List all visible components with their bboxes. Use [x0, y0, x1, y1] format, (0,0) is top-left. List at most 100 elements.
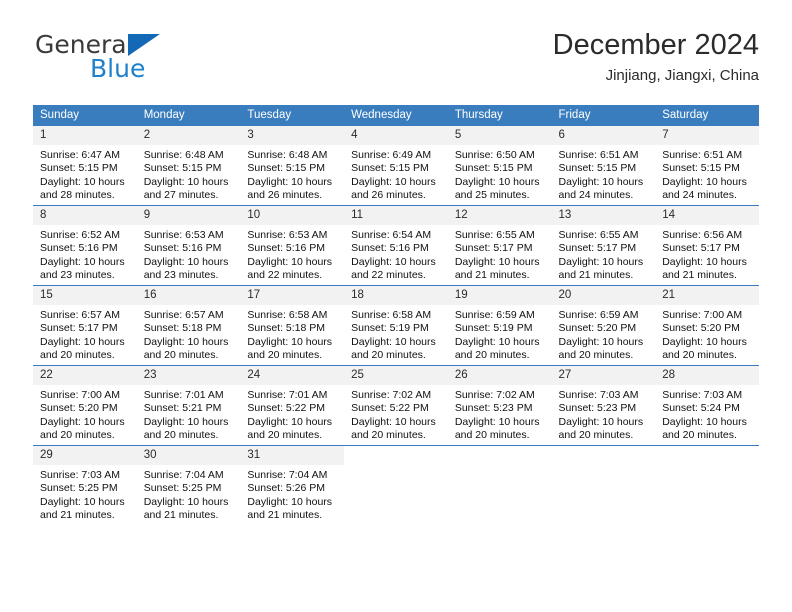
sunrise-text: Sunrise: 6:56 AM	[662, 229, 743, 241]
day-details: Sunrise: 6:57 AM Sunset: 5:17 PM Daylight:…	[33, 305, 137, 363]
calendar-day-cell[interactable]: 1 Sunrise: 6:47 AM Sunset: 5:15 PM Daylight…	[33, 126, 137, 206]
day-number: 10	[240, 206, 345, 225]
sunset-text: Sunset: 5:17 PM	[558, 242, 637, 255]
calendar-day-cell[interactable]: 30 Sunrise: 7:04 AM Sunset: 5:25 PM Dayligh…	[136, 445, 241, 525]
day-number: 29	[33, 446, 137, 465]
daylight-text: Daylight: 10 hours and 20 minutes.	[40, 415, 125, 442]
day-details: Sunrise: 7:04 AM Sunset: 5:26 PM Daylight:…	[240, 465, 344, 523]
calendar-day-cell[interactable]: 17 Sunrise: 6:58 AM Sunset: 5:18 PM Dayligh…	[240, 285, 345, 366]
day-details: Sunrise: 7:02 AM Sunset: 5:23 PM Daylight:…	[448, 385, 552, 443]
weekday-header-monday: Monday	[136, 105, 241, 126]
calendar-day-cell[interactable]: 21 Sunrise: 7:00 AM Sunset: 5:20 PM Dayligh…	[655, 285, 759, 366]
calendar-day-cell[interactable]: 11 Sunrise: 6:54 AM Sunset: 5:16 PM Dayligh…	[344, 205, 448, 286]
sunset-text: Sunset: 5:17 PM	[40, 322, 118, 335]
calendar-day-cell[interactable]: 2 Sunrise: 6:48 AM Sunset: 5:15 PM Daylight…	[136, 126, 241, 206]
daylight-text: Daylight: 10 hours and 26 minutes.	[247, 175, 333, 202]
calendar-day-cell[interactable]: 25 Sunrise: 7:02 AM Sunset: 5:22 PM Dayligh…	[344, 365, 448, 446]
calendar-day-cell[interactable]: 23 Sunrise: 7:01 AM Sunset: 5:21 PM Dayligh…	[136, 365, 241, 446]
daylight-text: Daylight: 10 hours and 20 minutes.	[558, 415, 644, 442]
day-details: Sunrise: 6:55 AM Sunset: 5:17 PM Daylight:…	[448, 225, 552, 283]
calendar-day-cell[interactable]: 26 Sunrise: 7:02 AM Sunset: 5:23 PM Dayligh…	[447, 365, 552, 446]
day-details: Sunrise: 6:50 AM Sunset: 5:15 PM Daylight:…	[448, 145, 552, 203]
sunrise-text: Sunrise: 6:59 AM	[454, 309, 535, 321]
daylight-text: Daylight: 10 hours and 20 minutes.	[247, 335, 333, 362]
calendar-day-cell[interactable]: 14 Sunrise: 6:56 AM Sunset: 5:17 PM Dayligh…	[655, 205, 759, 286]
calendar-day-cell[interactable]: 19 Sunrise: 6:59 AM Sunset: 5:19 PM Dayligh…	[447, 285, 552, 366]
weekday-header-wednesday: Wednesday	[344, 105, 448, 126]
calendar-table: Sunday Monday Tuesday Wednesday Thursday…	[33, 105, 759, 525]
daylight-text: Daylight: 10 hours and 20 minutes.	[351, 335, 436, 362]
sunset-text: Sunset: 5:16 PM	[247, 242, 326, 255]
sunrise-text: Sunrise: 6:58 AM	[351, 309, 432, 321]
day-number: 18	[344, 286, 448, 305]
sunrise-text: Sunrise: 6:57 AM	[40, 309, 120, 321]
calendar-day-cell[interactable]: 9 Sunrise: 6:53 AM Sunset: 5:16 PM Daylight…	[136, 205, 241, 286]
calendar-day-cell[interactable]: 31 Sunrise: 7:04 AM Sunset: 5:26 PM Dayligh…	[240, 445, 345, 525]
day-number: 27	[551, 366, 656, 385]
sunrise-text: Sunrise: 6:49 AM	[351, 149, 432, 161]
daylight-text: Daylight: 10 hours and 20 minutes.	[662, 335, 747, 362]
calendar-day-cell[interactable]: 8 Sunrise: 6:52 AM Sunset: 5:16 PM Daylight…	[33, 205, 137, 286]
generalblue-logo[interactable]: General Blue	[33, 28, 253, 88]
day-number: 23	[136, 366, 241, 385]
calendar-day-cell[interactable]: 28 Sunrise: 7:03 AM Sunset: 5:24 PM Dayligh…	[655, 365, 759, 446]
daylight-text: Daylight: 10 hours and 20 minutes.	[454, 415, 540, 442]
sunset-text: Sunset: 5:17 PM	[662, 242, 740, 255]
calendar-day-cell[interactable]: 4 Sunrise: 6:49 AM Sunset: 5:15 PM Daylight…	[344, 126, 448, 206]
calendar-day-cell[interactable]: 3 Sunrise: 6:48 AM Sunset: 5:15 PM Daylight…	[240, 126, 345, 206]
sunset-text: Sunset: 5:16 PM	[143, 242, 222, 255]
sunset-text: Sunset: 5:18 PM	[143, 322, 222, 335]
calendar-day-cell[interactable]: 27 Sunrise: 7:03 AM Sunset: 5:23 PM Dayligh…	[551, 365, 656, 446]
sunrise-text: Sunrise: 7:01 AM	[247, 389, 328, 401]
calendar-day-cell[interactable]: 6 Sunrise: 6:51 AM Sunset: 5:15 PM Daylight…	[551, 126, 656, 206]
day-details: Sunrise: 6:52 AM Sunset: 5:16 PM Daylight:…	[33, 225, 137, 283]
calendar-day-cell[interactable]: 24 Sunrise: 7:01 AM Sunset: 5:22 PM Dayligh…	[240, 365, 345, 446]
sunrise-text: Sunrise: 6:52 AM	[40, 229, 120, 241]
calendar-day-cell[interactable]: 5 Sunrise: 6:50 AM Sunset: 5:15 PM Daylight…	[447, 126, 552, 206]
day-details: Sunrise: 6:48 AM Sunset: 5:15 PM Daylight:…	[137, 145, 241, 203]
daylight-text: Daylight: 10 hours and 25 minutes.	[454, 175, 540, 202]
day-details: Sunrise: 6:59 AM Sunset: 5:20 PM Daylight:…	[552, 305, 656, 363]
day-details: Sunrise: 6:56 AM Sunset: 5:17 PM Daylight:…	[655, 225, 759, 283]
calendar-day-cell[interactable]: 7 Sunrise: 6:51 AM Sunset: 5:15 PM Daylight…	[655, 126, 759, 206]
daylight-text: Daylight: 10 hours and 21 minutes.	[454, 255, 540, 282]
daylight-text: Daylight: 10 hours and 20 minutes.	[662, 415, 747, 442]
calendar-empty-cell	[344, 445, 448, 525]
sunset-text: Sunset: 5:23 PM	[454, 402, 533, 415]
day-number: 22	[33, 366, 137, 385]
calendar-day-cell[interactable]: 16 Sunrise: 6:57 AM Sunset: 5:18 PM Dayligh…	[136, 285, 241, 366]
daylight-text: Daylight: 10 hours and 20 minutes.	[143, 415, 229, 442]
page-header: General Blue December 2024 Jinjiang, Jia…	[33, 28, 759, 94]
day-number: 4	[344, 126, 448, 145]
sunrise-text: Sunrise: 6:51 AM	[662, 149, 743, 161]
day-number: 12	[447, 206, 552, 225]
calendar-day-cell[interactable]: 20 Sunrise: 6:59 AM Sunset: 5:20 PM Dayligh…	[551, 285, 656, 366]
calendar-day-cell[interactable]: 10 Sunrise: 6:53 AM Sunset: 5:16 PM Dayligh…	[240, 205, 345, 286]
calendar-week-row: 29 Sunrise: 7:03 AM Sunset: 5:25 PM Dayligh…	[33, 445, 759, 525]
sunrise-text: Sunrise: 7:03 AM	[558, 389, 639, 401]
calendar-body: 1 Sunrise: 6:47 AM Sunset: 5:15 PM Daylight…	[33, 126, 759, 525]
day-details: Sunrise: 6:58 AM Sunset: 5:18 PM Daylight:…	[240, 305, 344, 363]
sunrise-text: Sunrise: 6:59 AM	[558, 309, 639, 321]
calendar-day-cell[interactable]: 15 Sunrise: 6:57 AM Sunset: 5:17 PM Dayligh…	[33, 285, 137, 366]
day-details: Sunrise: 6:51 AM Sunset: 5:15 PM Daylight:…	[552, 145, 656, 203]
day-details: Sunrise: 7:03 AM Sunset: 5:25 PM Daylight:…	[33, 465, 137, 523]
calendar-day-cell[interactable]: 18 Sunrise: 6:58 AM Sunset: 5:19 PM Dayligh…	[344, 285, 448, 366]
day-number	[655, 446, 759, 465]
daylight-text: Daylight: 10 hours and 24 minutes.	[662, 175, 747, 202]
calendar-day-cell[interactable]: 13 Sunrise: 6:55 AM Sunset: 5:17 PM Dayligh…	[551, 205, 656, 286]
weekday-header-sunday: Sunday	[33, 105, 137, 126]
calendar-day-cell[interactable]: 29 Sunrise: 7:03 AM Sunset: 5:25 PM Dayligh…	[33, 445, 137, 525]
sunrise-text: Sunrise: 6:48 AM	[247, 149, 328, 161]
day-details: Sunrise: 7:01 AM Sunset: 5:22 PM Daylight:…	[240, 385, 344, 443]
sunset-text: Sunset: 5:15 PM	[40, 162, 118, 175]
sunrise-text: Sunrise: 7:00 AM	[40, 389, 120, 401]
calendar-day-cell[interactable]: 22 Sunrise: 7:00 AM Sunset: 5:20 PM Dayligh…	[33, 365, 137, 446]
calendar-week-row: 8 Sunrise: 6:52 AM Sunset: 5:16 PM Daylight…	[33, 205, 759, 286]
calendar-day-cell[interactable]: 12 Sunrise: 6:55 AM Sunset: 5:17 PM Dayligh…	[447, 205, 552, 286]
sunrise-text: Sunrise: 6:57 AM	[143, 309, 224, 321]
sunset-text: Sunset: 5:15 PM	[247, 162, 326, 175]
daylight-text: Daylight: 10 hours and 21 minutes.	[40, 495, 125, 522]
sunset-text: Sunset: 5:25 PM	[143, 482, 222, 495]
calendar-page: General Blue December 2024 Jinjiang, Jia…	[0, 0, 792, 612]
